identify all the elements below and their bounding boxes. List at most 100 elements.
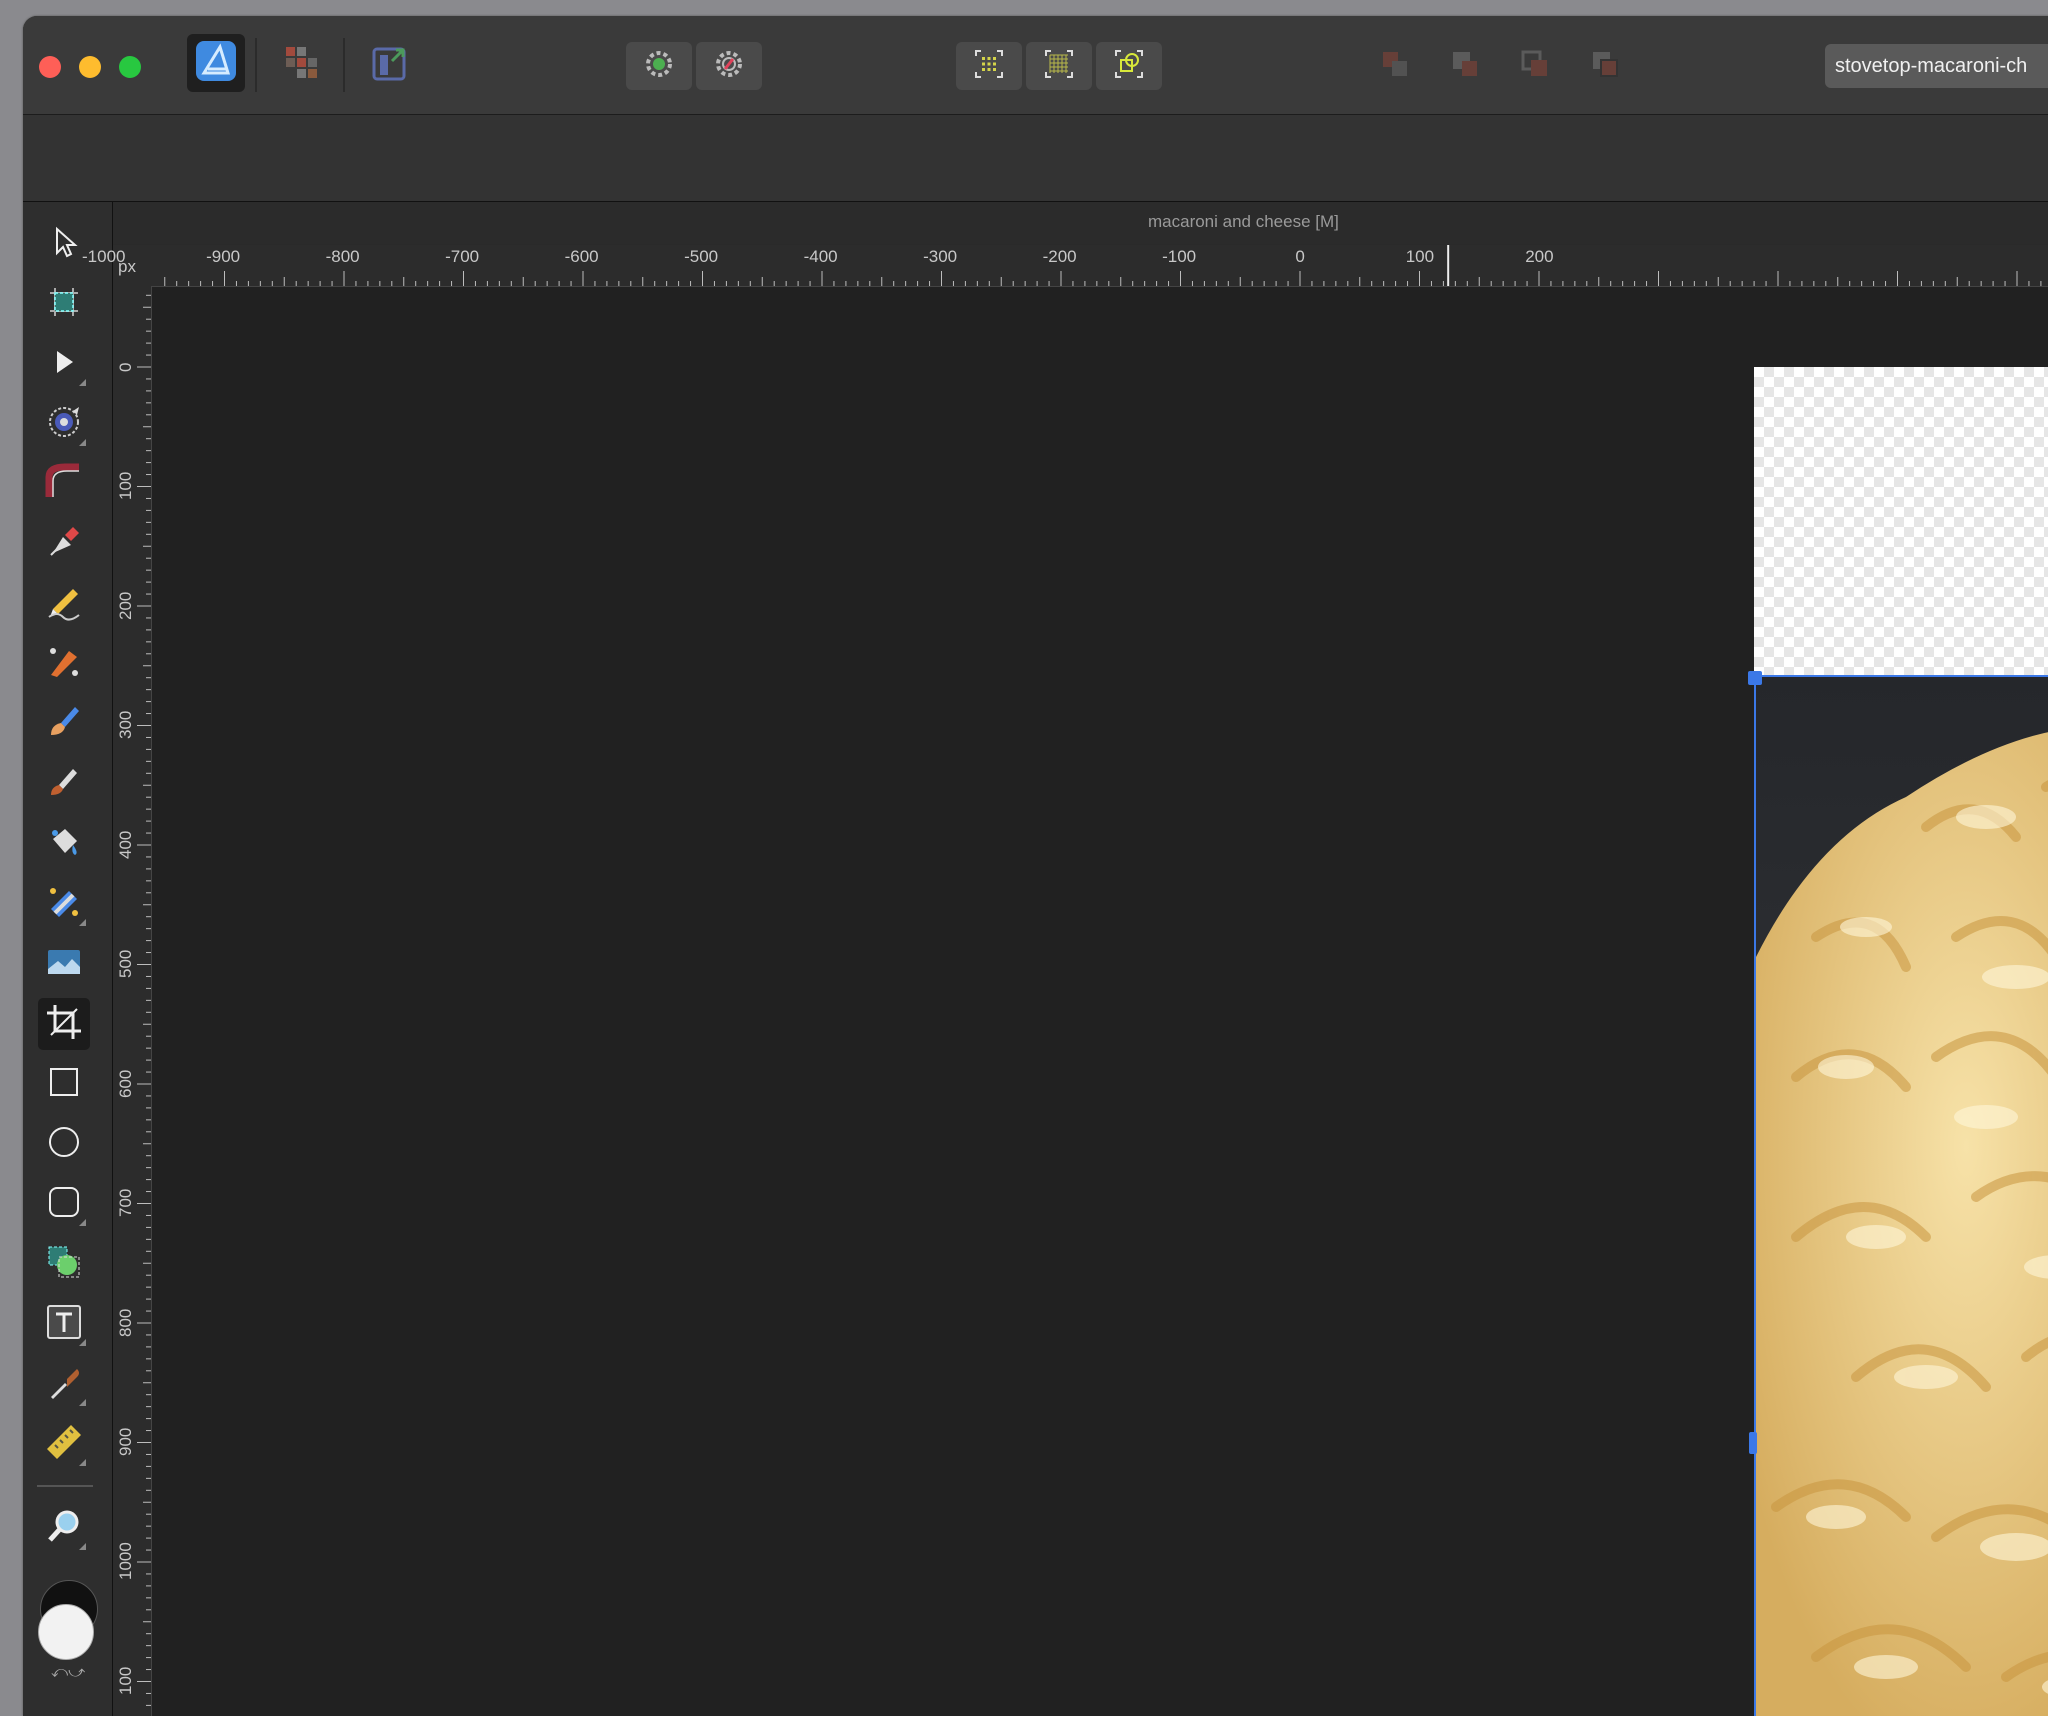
designer-persona-button[interactable] bbox=[187, 34, 245, 92]
rectangle-tool-icon bbox=[45, 1063, 83, 1106]
subtract-boolean-button[interactable] bbox=[1441, 42, 1489, 90]
intersect-boolean-button[interactable] bbox=[1511, 42, 1559, 90]
ruler-ticks bbox=[164, 245, 2042, 286]
artistic-text-tool-button[interactable] bbox=[38, 1298, 90, 1350]
ruler-label: 800 bbox=[116, 1308, 135, 1337]
rounded-rectangle-tool-button[interactable] bbox=[38, 1178, 90, 1230]
ruler-label: -900 bbox=[206, 247, 241, 266]
app-window: stovetop-macaroni-ch ⤺⤻ macaroni and che… bbox=[23, 16, 2048, 1716]
ruler-label: -400 bbox=[803, 247, 838, 266]
ruler-label: 600 bbox=[116, 1069, 135, 1098]
ruler-label: -500 bbox=[684, 247, 719, 266]
snapping-button[interactable] bbox=[626, 42, 692, 90]
fill-tool-button[interactable] bbox=[38, 818, 90, 870]
intersect-boolean-icon bbox=[1518, 47, 1552, 86]
zoom-tool-icon bbox=[45, 1507, 83, 1550]
swap-colors-icon[interactable]: ⤺⤻ bbox=[51, 1664, 85, 1682]
crop-tool-button[interactable] bbox=[38, 998, 90, 1050]
pencil-tool-button[interactable] bbox=[38, 578, 90, 630]
ruler-label: 100 bbox=[116, 471, 135, 501]
fill-tool-icon bbox=[45, 823, 83, 866]
transparent-grid-button[interactable] bbox=[956, 42, 1022, 90]
subtract-boolean-icon bbox=[1448, 47, 1482, 86]
vertical-ruler[interactable]: 0 100 200 300 400 500 600 700 800 900 1000 100 bbox=[113, 286, 152, 1716]
ruler-label: 400 bbox=[116, 830, 135, 859]
transparency-tool-button[interactable] bbox=[38, 878, 90, 930]
place-image-tool-button[interactable] bbox=[38, 938, 90, 990]
color-picker-tool-button[interactable] bbox=[38, 1358, 90, 1410]
divider bbox=[255, 38, 257, 92]
measure-tool-icon bbox=[45, 1423, 83, 1466]
canvas[interactable] bbox=[152, 287, 2048, 1716]
ruler-label: 100 bbox=[1405, 247, 1435, 266]
ruler-label: 0 bbox=[116, 362, 135, 372]
designer-persona-icon bbox=[194, 39, 238, 88]
ruler-label: 500 bbox=[116, 949, 135, 979]
ruler-label: 700 bbox=[116, 1188, 135, 1218]
divide-boolean-icon bbox=[1588, 47, 1622, 86]
zoom-tool-button[interactable] bbox=[38, 1502, 90, 1554]
artboard-tool-button[interactable] bbox=[38, 278, 90, 330]
ruler-label: 0 bbox=[1295, 247, 1305, 266]
rounded-rectangle-tool-icon bbox=[45, 1183, 83, 1226]
transparent-grid-icon bbox=[972, 47, 1006, 86]
pixel-brush-tool-icon bbox=[45, 763, 83, 806]
crop-tool-icon bbox=[45, 1003, 83, 1046]
artboard-tool-icon bbox=[45, 283, 83, 326]
ruler-label: 300 bbox=[116, 710, 135, 740]
ruler-label: -200 bbox=[1042, 247, 1077, 266]
export-persona-button[interactable] bbox=[363, 38, 417, 92]
selection-handle[interactable] bbox=[1749, 1432, 1757, 1454]
rectangle-tool-button[interactable] bbox=[38, 1058, 90, 1110]
ruler-label: 200 bbox=[1525, 247, 1554, 266]
pencil-tool-icon bbox=[45, 583, 83, 626]
node-tool-button[interactable] bbox=[38, 338, 90, 390]
context-toolbar bbox=[23, 115, 2048, 202]
paint-brush-tool-icon bbox=[45, 703, 83, 746]
paint-brush-tool-button[interactable] bbox=[38, 698, 90, 750]
ellipse-tool-icon bbox=[45, 1123, 83, 1166]
zoom-window-button[interactable] bbox=[119, 56, 141, 78]
selection-handle[interactable] bbox=[1748, 671, 1762, 685]
transparency-tool-icon bbox=[45, 883, 83, 926]
ruler-label: -600 bbox=[564, 247, 599, 266]
close-window-button[interactable] bbox=[39, 56, 61, 78]
artistic-text-tool-icon bbox=[45, 1303, 83, 1346]
snap-to-shape-button[interactable] bbox=[1096, 42, 1162, 90]
force-pixel-alignment-button[interactable] bbox=[696, 42, 762, 90]
add-boolean-icon bbox=[1378, 47, 1412, 86]
pixel-grid-button[interactable] bbox=[1026, 42, 1092, 90]
place-image-tool-icon bbox=[45, 943, 83, 986]
minimize-window-button[interactable] bbox=[79, 56, 101, 78]
move-tool-icon bbox=[45, 223, 83, 266]
pixel-persona-button[interactable] bbox=[275, 38, 329, 92]
corner-tool-button[interactable] bbox=[38, 458, 90, 510]
add-boolean-button[interactable] bbox=[1371, 42, 1419, 90]
document-title-bar: macaroni and cheese [M] bbox=[113, 202, 2048, 244]
document-title: macaroni and cheese [M] bbox=[1148, 212, 1339, 231]
tools-panel: ⤺⤻ bbox=[23, 202, 113, 1716]
snapping-settings-icon bbox=[642, 47, 676, 86]
ruler-label: -300 bbox=[923, 247, 958, 266]
pixel-grid-icon bbox=[1042, 47, 1076, 86]
pixel-brush-tool-button[interactable] bbox=[38, 758, 90, 810]
horizontal-ruler[interactable]: px -1300-1200-1100-1000-900-800-700-600-… bbox=[82, 245, 2048, 287]
point-transform-tool-button[interactable] bbox=[38, 398, 90, 450]
macaroni-photo[interactable] bbox=[1754, 675, 2048, 1716]
snap-to-shape-icon bbox=[1112, 47, 1146, 86]
color-picker-tool-icon bbox=[45, 1363, 83, 1406]
shape-builder-tool-button[interactable] bbox=[38, 1238, 90, 1290]
title-bar: stovetop-macaroni-ch bbox=[23, 16, 2048, 115]
vector-brush-tool-button[interactable] bbox=[38, 638, 90, 690]
corner-tool-icon bbox=[45, 463, 83, 506]
ellipse-tool-button[interactable] bbox=[38, 1118, 90, 1170]
pen-tool-button[interactable] bbox=[38, 518, 90, 570]
measure-tool-button[interactable] bbox=[38, 1418, 90, 1470]
document-tab[interactable]: stovetop-macaroni-ch bbox=[1825, 44, 2048, 88]
fill-color-well[interactable] bbox=[38, 1604, 94, 1660]
ruler-label: -100 bbox=[1162, 247, 1197, 266]
pixel-persona-icon bbox=[282, 43, 322, 88]
shape-builder-tool-icon bbox=[45, 1243, 83, 1286]
divide-boolean-button[interactable] bbox=[1581, 42, 1629, 90]
tools-divider bbox=[37, 1485, 93, 1487]
